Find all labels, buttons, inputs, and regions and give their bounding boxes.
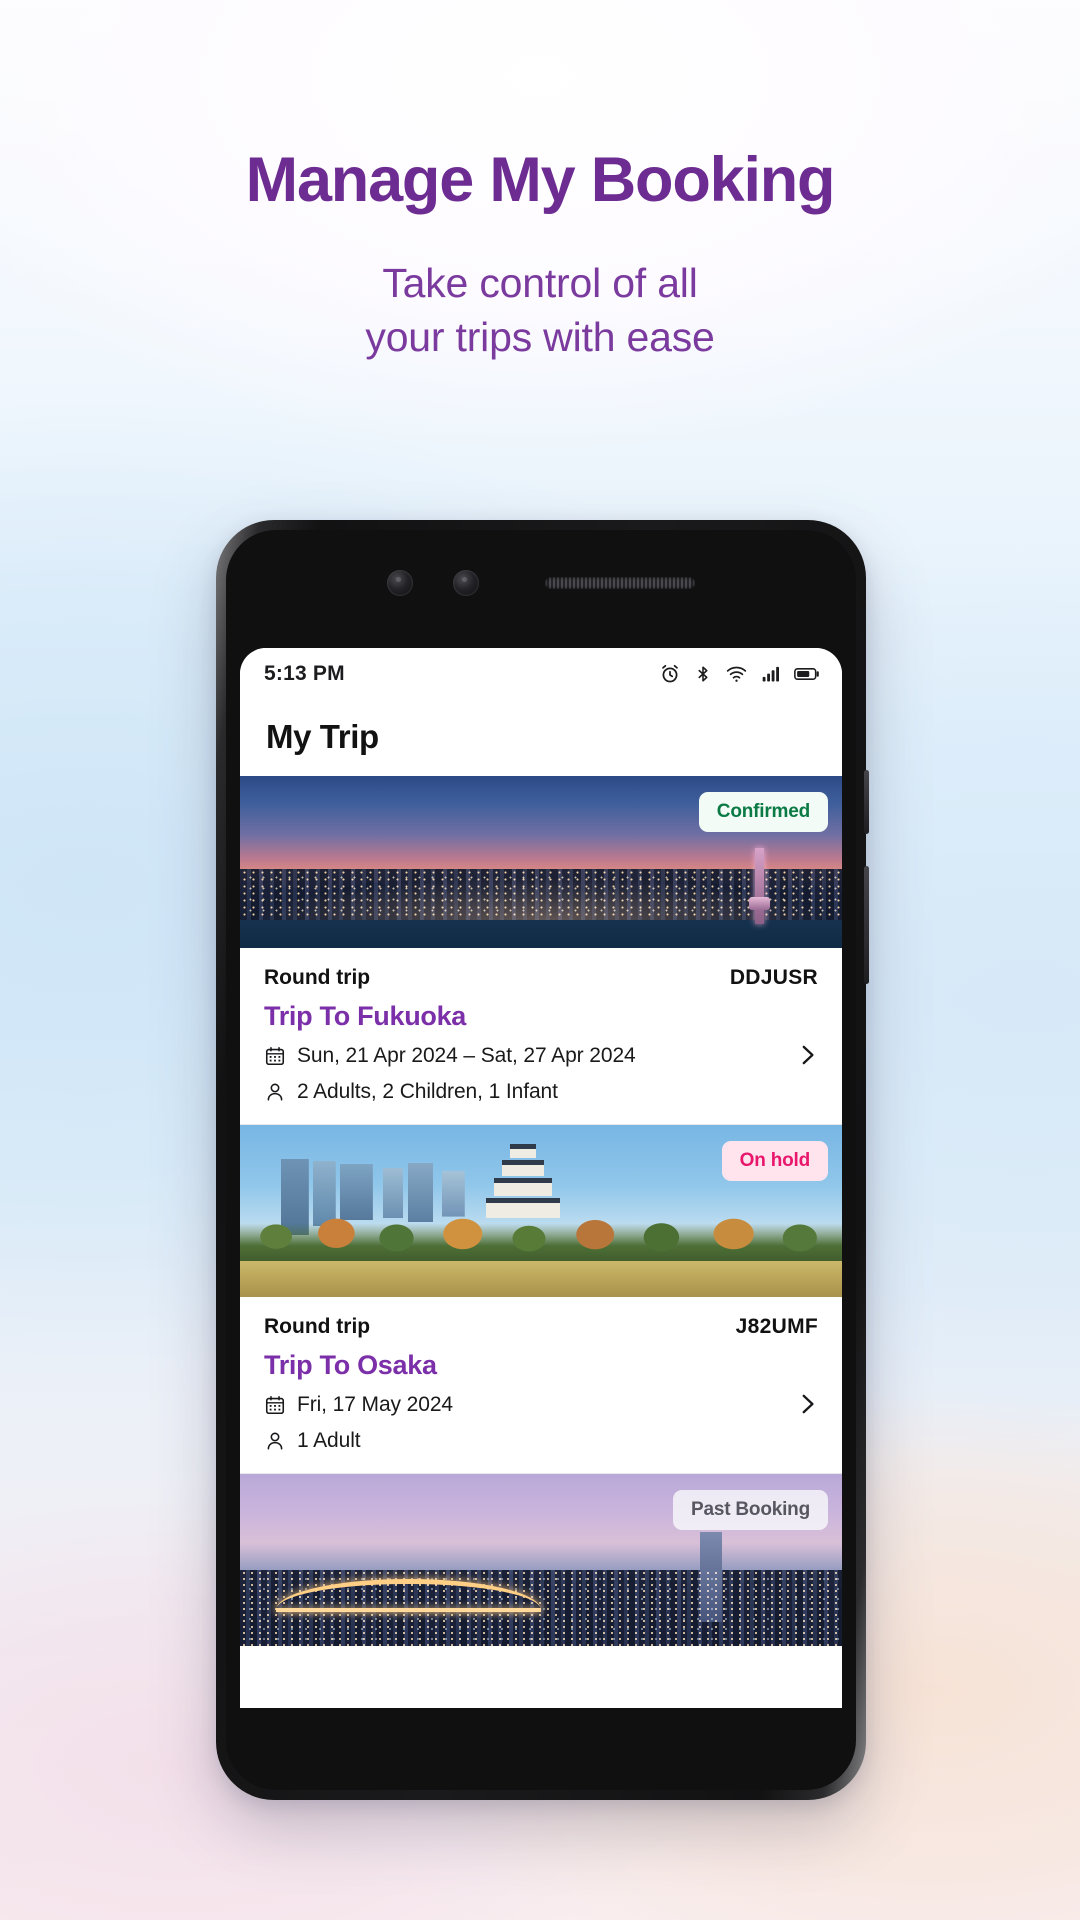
phone-power-button[interactable]	[864, 770, 869, 834]
phone-mockup: 5:13 PM My Trip Confirmed Round trip DDJ…	[216, 520, 869, 1800]
wifi-icon	[726, 666, 747, 682]
trip-card-body: Round trip J82UMF Trip To Osaka Fri, 17 …	[240, 1297, 842, 1473]
alarm-icon	[662, 664, 678, 683]
page-subtitle: Take control of all your trips with ease	[0, 256, 1080, 364]
status-bar-icons	[659, 663, 820, 685]
trip-passengers: 2 Adults, 2 Children, 1 Infant	[297, 1080, 558, 1103]
page-subtitle-line-1: Take control of all	[382, 259, 698, 306]
page-subtitle-line-2: your trips with ease	[365, 313, 715, 360]
trip-name: Trip To Fukuoka	[264, 1001, 467, 1031]
trip-card[interactable]: Past Booking	[240, 1474, 842, 1646]
booking-reference: J82UMF	[735, 1315, 818, 1338]
status-badge: On hold	[721, 1141, 828, 1181]
phone-bezel: 5:13 PM My Trip Confirmed Round trip DDJ…	[226, 530, 856, 1790]
trip-dates: Fri, 17 May 2024	[297, 1393, 453, 1416]
trip-dates: Sun, 21 Apr 2024 – Sat, 27 Apr 2024	[297, 1044, 636, 1067]
chevron-right-icon[interactable]	[794, 1391, 820, 1417]
trip-dates-row: Sun, 21 Apr 2024 – Sat, 27 Apr 2024	[264, 1044, 818, 1068]
cellular-signal-icon	[762, 666, 779, 682]
trip-type-label: Round trip	[264, 1315, 371, 1338]
front-sensor-icon	[453, 570, 479, 596]
app-title: My Trip	[266, 718, 379, 755]
person-icon	[267, 1083, 283, 1101]
trip-passengers: 1 Adult	[297, 1429, 361, 1452]
status-badge: Past Booking	[672, 1490, 828, 1530]
trip-destination-image: Confirmed	[240, 776, 842, 948]
page-title: Manage My Booking	[245, 145, 836, 215]
trip-destination-image: On hold	[240, 1125, 842, 1297]
status-badge: Confirmed	[698, 792, 828, 832]
trip-type-label: Round trip	[264, 966, 371, 989]
hero-section: Manage My Booking Take control of all yo…	[0, 0, 1080, 364]
trip-card[interactable]: On hold Round trip J82UMF Trip To Osaka	[240, 1125, 842, 1474]
battery-icon	[794, 668, 819, 680]
app-header: My Trip	[240, 700, 842, 776]
trip-destination-image: Past Booking	[240, 1474, 842, 1646]
trip-name: Trip To Osaka	[264, 1350, 437, 1380]
phone-notch	[226, 570, 856, 596]
phone-volume-button[interactable]	[864, 866, 869, 984]
phone-screen: 5:13 PM My Trip Confirmed Round trip DDJ…	[240, 648, 842, 1708]
status-bar: 5:13 PM	[240, 648, 842, 700]
trip-passengers-row: 2 Adults, 2 Children, 1 Infant	[264, 1080, 818, 1104]
earpiece-speaker	[545, 577, 695, 589]
person-icon	[267, 1432, 283, 1450]
calendar-icon	[265, 1046, 285, 1066]
booking-reference: DDJUSR	[729, 966, 818, 989]
bluetooth-icon	[698, 666, 708, 682]
trip-card-body: Round trip DDJUSR Trip To Fukuoka Sun, 2…	[240, 948, 842, 1124]
trip-card[interactable]: Confirmed Round trip DDJUSR Trip To Fuku…	[240, 776, 842, 1125]
trip-dates-row: Fri, 17 May 2024	[264, 1393, 818, 1417]
status-bar-time: 5:13 PM	[264, 662, 345, 685]
chevron-right-icon[interactable]	[794, 1042, 820, 1068]
trip-passengers-row: 1 Adult	[264, 1429, 818, 1453]
trip-list: Confirmed Round trip DDJUSR Trip To Fuku…	[240, 776, 842, 1646]
front-camera-icon	[387, 570, 413, 596]
calendar-icon	[265, 1395, 285, 1415]
